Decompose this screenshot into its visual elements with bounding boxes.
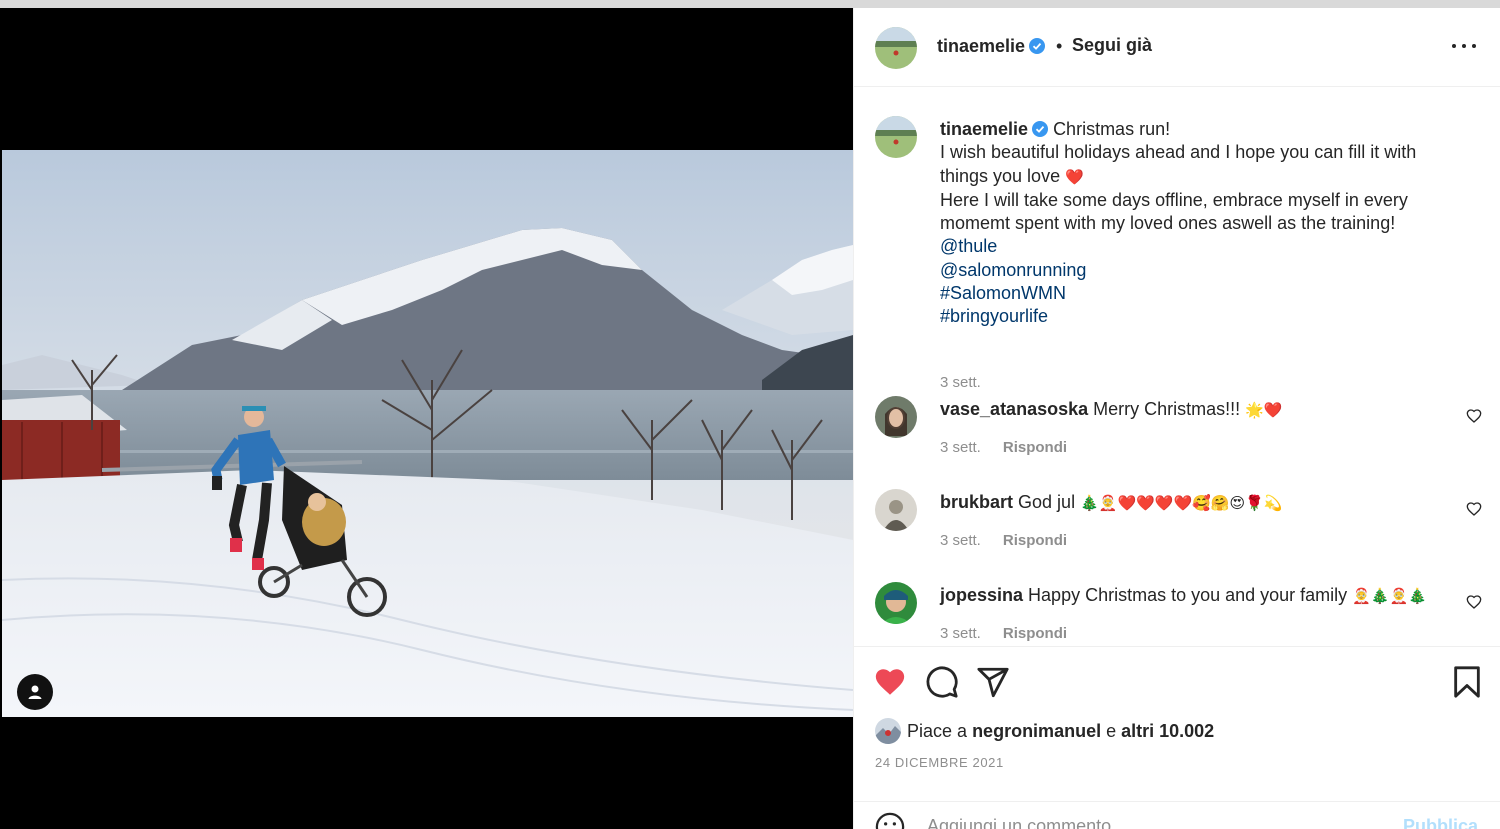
share-icon[interactable] [976,665,1010,699]
author-avatar[interactable] [875,116,917,158]
comment-meta: 3 sett. Rispondi [940,625,1067,642]
comment-meta: 3 sett. Rispondi [940,439,1067,456]
post-header: tinaemelie • Segui già [854,8,1500,87]
emoji-icon[interactable] [875,812,905,829]
post-photo[interactable] [2,150,853,717]
caption-line: momemt spent with my loved ones aswell a… [940,213,1396,234]
comment-like-icon[interactable] [1466,408,1482,424]
comment-emoji: 🤶🎄🤶🎄 [1352,587,1427,605]
comment-emoji: 🎄🤶❤️❤️❤️❤️🥰🤗😍🌹💫 [1080,494,1283,512]
comment-text: vase_atanasoska Merry Christmas!!! 🌟❤️ [940,399,1283,419]
caption-line: Christmas run! [1053,119,1171,139]
liker-username[interactable]: negronimanuel [972,721,1101,742]
more-icon[interactable] [1452,44,1476,50]
following-button[interactable]: Segui già [1072,35,1152,56]
browser-top-strip [0,0,1500,8]
add-comment-bar: Aggiungi un commento... Pubblica [854,801,1500,829]
commenter-username[interactable]: vase_atanasoska [940,399,1088,419]
comment-input[interactable]: Aggiungi un commento... [927,816,1126,829]
caption-text: tinaemelie Christmas run! I wish beautif… [940,118,1450,329]
comments-list[interactable]: tinaemelie Christmas run! I wish beautif… [854,88,1500,646]
separator-dot: • [1056,36,1063,56]
bookmark-icon[interactable] [1450,665,1484,699]
commenter-avatar[interactable] [875,396,917,438]
verified-icon [1032,120,1049,137]
commenter-avatar[interactable] [875,489,917,531]
comment-like-icon[interactable] [1466,501,1482,517]
post-actions: Piace a negronimanuel e altri 10.002 24 … [854,646,1500,829]
author-username[interactable]: tinaemelie [937,36,1046,57]
author-avatar[interactable] [875,27,917,69]
commenter-username[interactable]: jopessina [940,585,1023,605]
caption-author[interactable]: tinaemelie [940,119,1028,139]
mention-link[interactable]: @thule [940,236,997,256]
post-date[interactable]: 24 DICEMBRE 2021 [875,755,1004,770]
verified-icon [1029,38,1046,54]
likes-count[interactable]: altri 10.002 [1121,721,1214,742]
comment-text: jopessina Happy Christmas to you and you… [940,585,1427,605]
publish-button[interactable]: Pubblica [1403,816,1478,829]
caption-line: I wish beautiful holidays ahead and I ho… [940,142,1417,163]
comment-like-icon[interactable] [1466,594,1482,610]
post-details-panel: tinaemelie • Segui già tinaemelie Christ… [853,8,1500,829]
comment-time[interactable]: 3 sett. [940,625,981,642]
hashtag-link[interactable]: #SalomonWMN [940,283,1066,303]
heart-emoji: ❤️ [1065,167,1084,186]
comment-text: brukbart God jul 🎄🤶❤️❤️❤️❤️🥰🤗😍🌹💫 [940,492,1283,512]
comment-emoji: 🌟❤️ [1245,401,1283,419]
heart-icon[interactable] [873,665,907,699]
comment-icon[interactable] [925,665,959,699]
likes-summary[interactable]: Piace a negronimanuel e altri 10.002 [875,718,1214,744]
liker-avatar [875,718,901,744]
reply-button[interactable]: Rispondi [1003,625,1067,642]
caption-line: Here I will take some days offline, embr… [940,189,1408,210]
comment-time[interactable]: 3 sett. [940,439,981,456]
comment-time[interactable]: 3 sett. [940,532,981,549]
caption-time[interactable]: 3 sett. [940,374,981,391]
commenter-avatar[interactable] [875,582,917,624]
hashtag-link[interactable]: #bringyourlife [940,306,1048,326]
comment-meta: 3 sett. Rispondi [940,532,1067,549]
reply-button[interactable]: Rispondi [1003,532,1067,549]
user-tag-icon[interactable] [17,674,53,710]
post-media[interactable] [0,8,853,829]
reply-button[interactable]: Rispondi [1003,439,1067,456]
caption-line: things you love [940,165,1061,186]
mention-link[interactable]: @salomonrunning [940,260,1086,280]
commenter-username[interactable]: brukbart [940,492,1013,512]
